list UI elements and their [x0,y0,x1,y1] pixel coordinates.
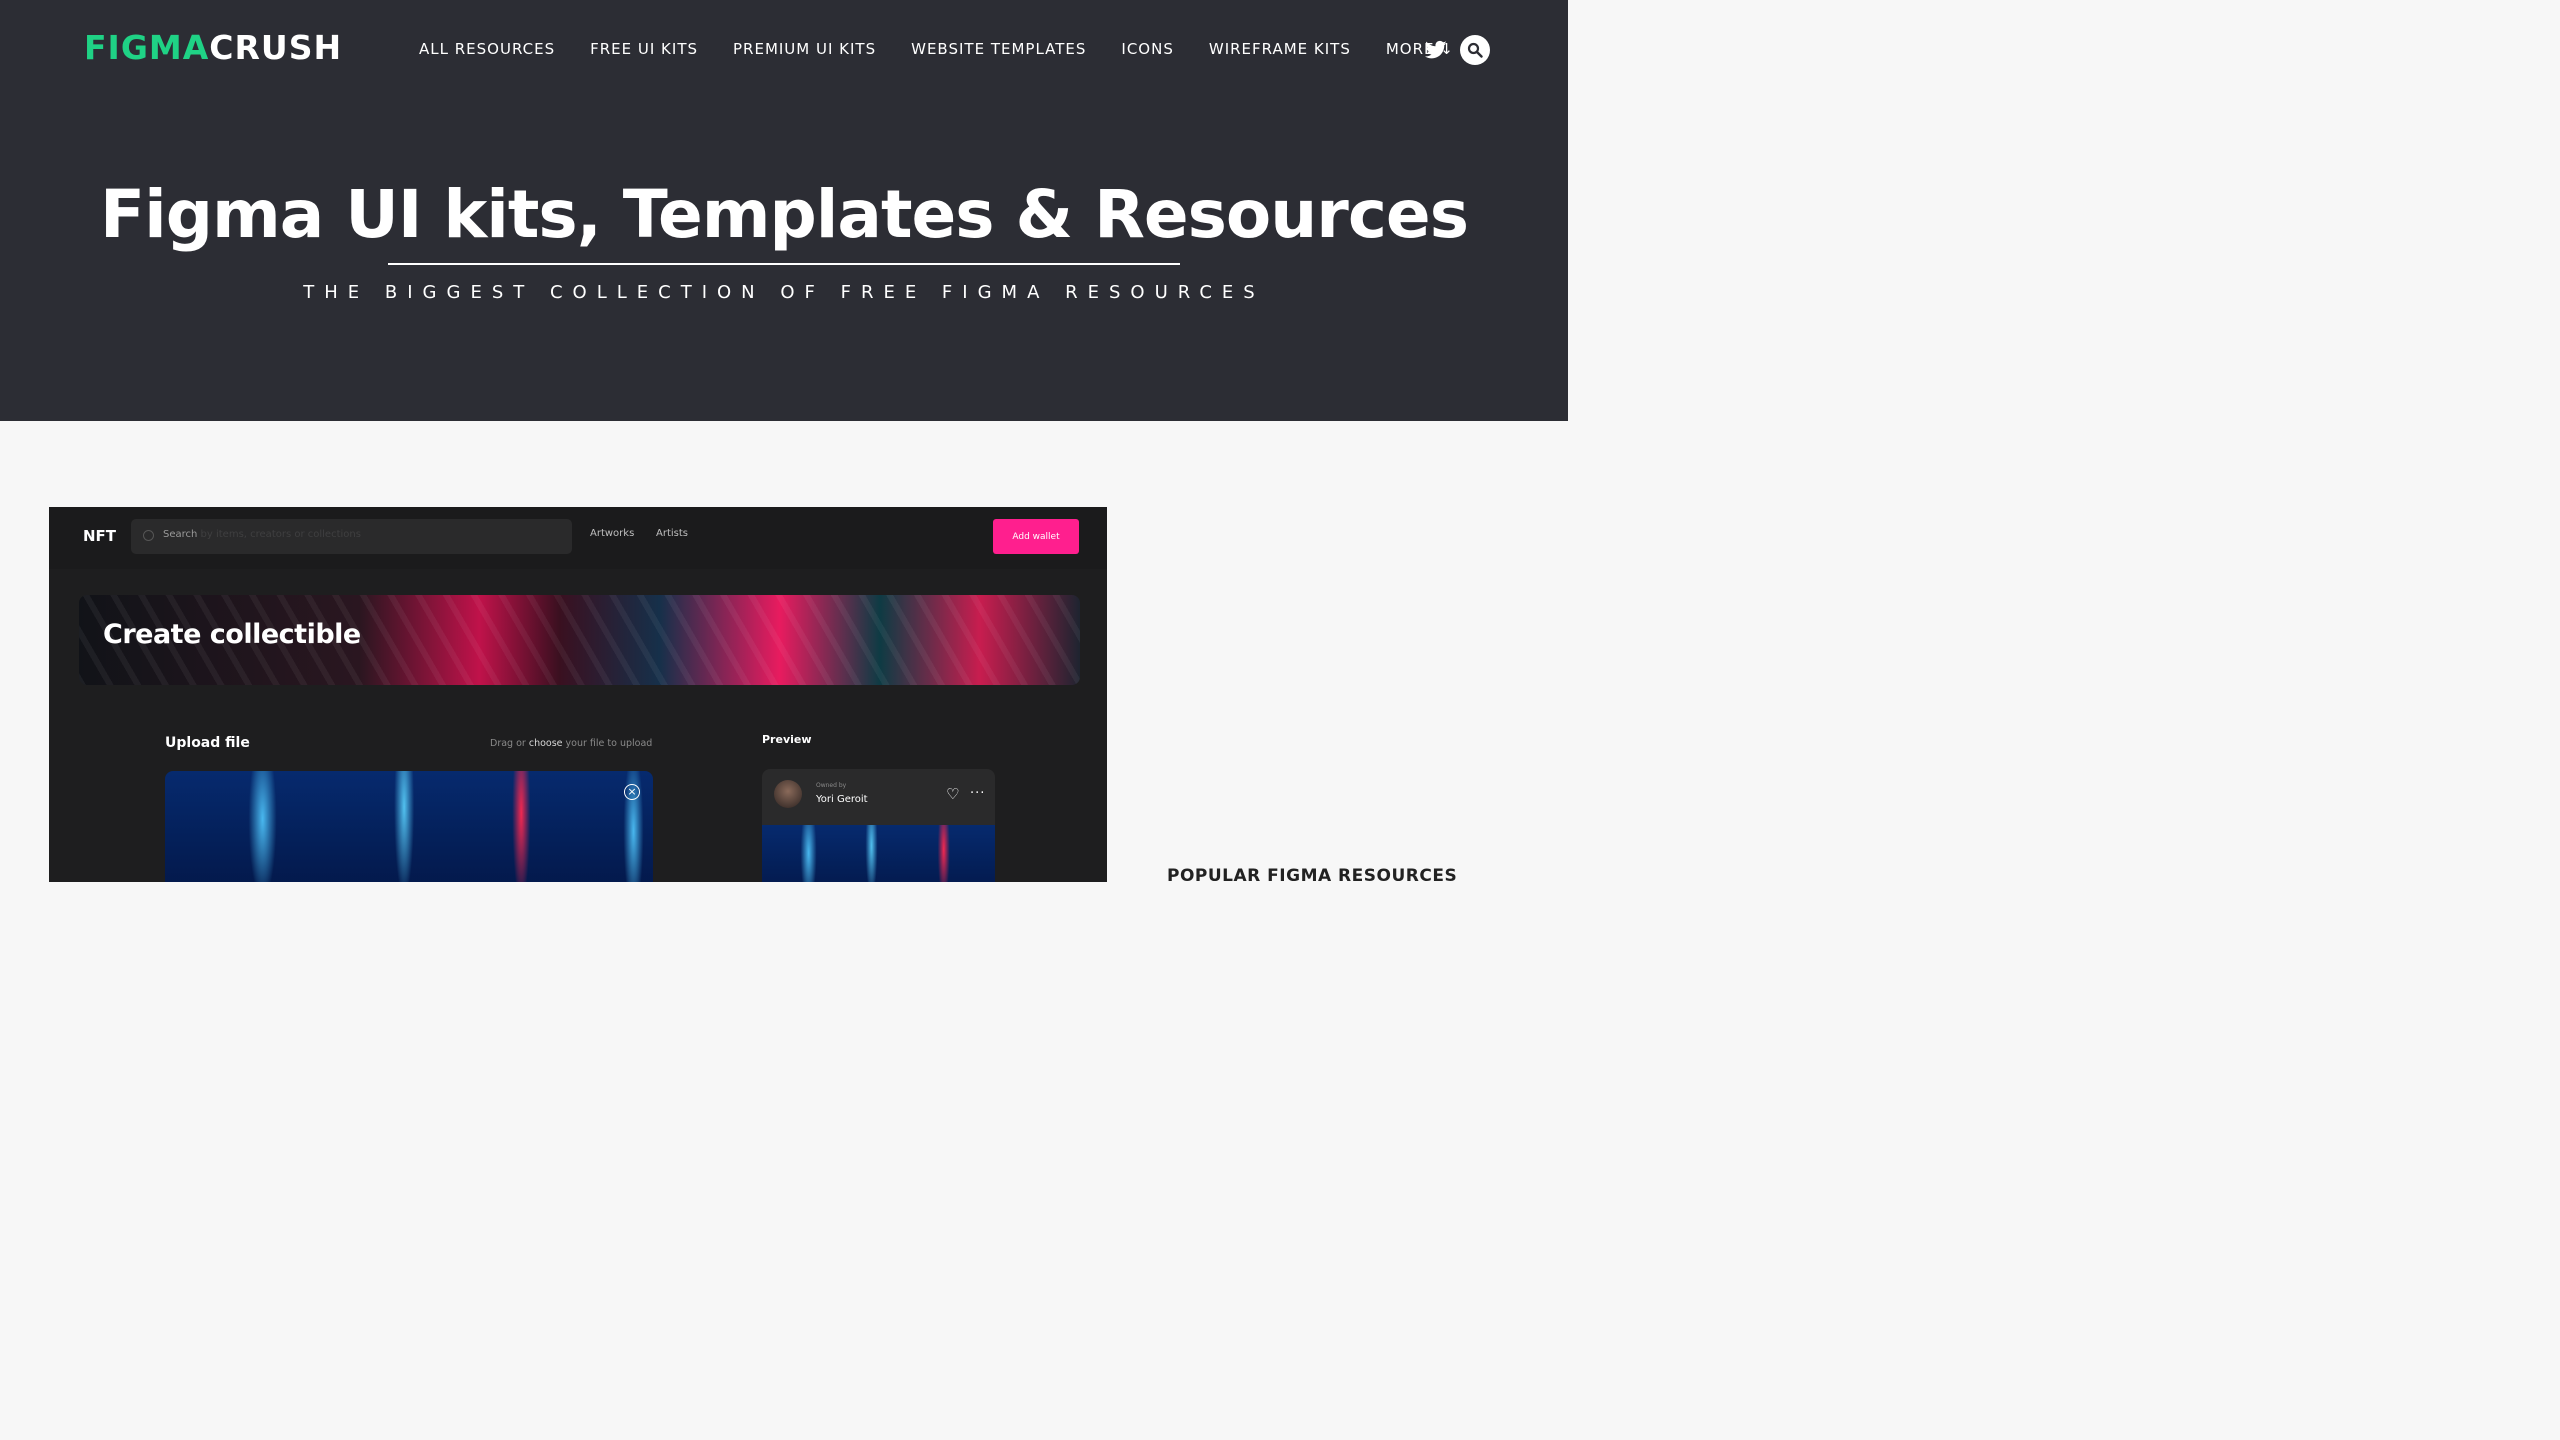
preview-owned-by: Owned by [816,782,847,789]
nav-free-ui-kits[interactable]: FREE UI KITS [590,40,698,58]
preview-drag-prefix: Drag or [490,738,529,749]
preview-owner-name: Yori Geroit [816,794,868,805]
nav-all-resources[interactable]: ALL RESOURCES [419,40,555,58]
logo-crush: CRUSH [209,28,343,67]
preview-card: Owned by Yori Geroit ♡ ··· [762,769,995,882]
preview-search-text: Search by items, creators or collections [163,529,361,540]
sidebar-heading: POPULAR FIGMA RESOURCES [1167,866,1458,886]
logo-figma: FIGMA [84,28,210,67]
main-nav: ALL RESOURCES FREE UI KITS PREMIUM UI KI… [419,40,1489,58]
preview-add-wallet-button: Add wallet [993,519,1079,554]
preview-card-image [762,825,995,882]
page-subtitle: THE BIGGEST COLLECTION OF FREE FIGMA RES… [303,282,1265,303]
preview-banner-title: Create collectible [103,619,361,650]
preview-brand: NFT [83,527,117,545]
preview-upload-label: Upload file [165,735,250,751]
preview-close-icon: × [624,784,640,800]
page-title: Figma UI kits, Templates & Resources [100,176,1469,253]
preview-link-artists: Artists [656,528,688,539]
search-button[interactable] [1460,35,1490,65]
hero-header: FIGMACRUSH ALL RESOURCES FREE UI KITS PR… [0,0,1568,421]
preview-more-icon: ··· [970,786,986,801]
featured-resource-preview[interactable]: NFT Search by items, creators or collect… [49,507,1107,882]
preview-drag-suffix: your file to upload [562,738,653,749]
nav-website-templates[interactable]: WEBSITE TEMPLATES [911,40,1086,58]
preview-link-artworks: Artworks [590,528,635,539]
twitter-icon[interactable] [1424,40,1447,60]
preview-search-placeholder: by items, creators or collections [197,529,361,540]
search-icon [1467,42,1483,58]
preview-preview-label: Preview [762,733,812,746]
logo[interactable]: FIGMACRUSH [84,28,342,67]
preview-upload-image: × [165,771,653,882]
nav-wireframe-kits[interactable]: WIREFRAME KITS [1209,40,1351,58]
preview-search-icon [143,530,154,541]
title-underline [388,263,1180,265]
preview-drag-choose: choose [528,738,563,749]
preview-banner: Create collectible [79,595,1080,685]
preview-drag-hint: Drag or choose your file to upload [490,738,652,749]
nav-premium-ui-kits[interactable]: PREMIUM UI KITS [733,40,876,58]
preview-search-prefix: Search [163,529,198,540]
preview-avatar [774,780,802,808]
preview-heart-icon: ♡ [946,785,960,803]
preview-search-field: Search by items, creators or collections [131,519,572,554]
nav-icons[interactable]: ICONS [1121,40,1173,58]
